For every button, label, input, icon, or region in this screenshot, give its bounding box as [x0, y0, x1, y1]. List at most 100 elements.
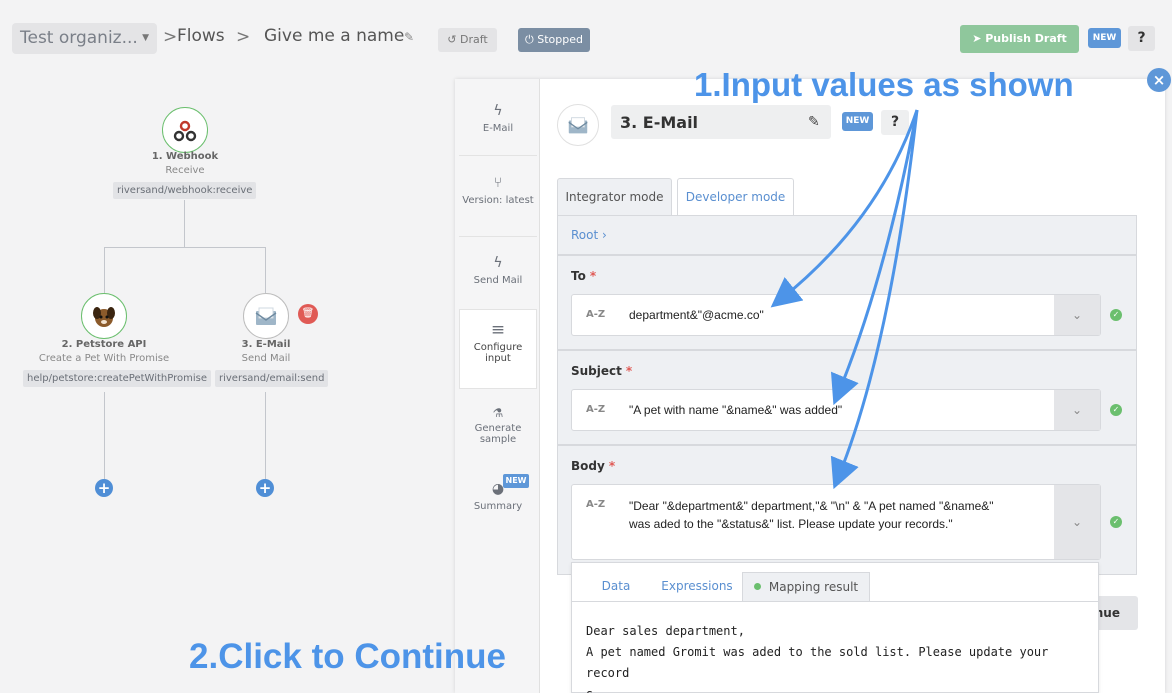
power-icon: ⏻: [525, 33, 538, 46]
tab-data[interactable]: Data: [590, 572, 642, 602]
type-indicator: A-Z: [586, 404, 606, 415]
result-line: Dear sales department,: [586, 624, 745, 638]
new-badge: NEW: [1088, 28, 1121, 48]
close-icon[interactable]: ×: [1147, 68, 1171, 92]
body-input[interactable]: A-Z "Dear "&department&" department,"& "…: [571, 484, 1101, 560]
subject-label: Subject *: [571, 364, 632, 378]
sidebar-item-generate-sample[interactable]: ⚗ Generate sample: [459, 405, 537, 445]
email-node-tag: riversand/email:send: [215, 370, 329, 387]
to-value: department&"@acme.co": [629, 308, 764, 322]
chevron-right-icon: ›: [602, 228, 607, 242]
sidebar-item-email[interactable]: ϟ E-Mail: [459, 103, 537, 134]
publish-draft-button[interactable]: ➤ Publish Draft: [960, 25, 1079, 53]
sidebar-send-mail-label: Send Mail: [473, 275, 523, 286]
result-line: A pet named Gromit was aded to the sold …: [586, 645, 1049, 680]
body-label: Body *: [571, 459, 615, 473]
petstore-node-subtitle: Create a Pet With Promise: [38, 353, 170, 364]
step-sidebar: ϟ E-Mail ⑂ Version: latest ϟ Send Mail ≡ Con…: [455, 79, 540, 693]
type-indicator: A-Z: [586, 499, 606, 510]
add-step-icon[interactable]: +: [95, 479, 113, 497]
connector-line: [184, 200, 185, 248]
add-step-icon[interactable]: +: [256, 479, 274, 497]
webhook-node[interactable]: [162, 107, 208, 153]
annotation-input-values: 1.Input values as shown: [694, 66, 1074, 103]
edit-pencil-icon[interactable]: ✎: [808, 114, 820, 130]
webhook-node-subtitle: Receive: [165, 165, 205, 176]
sidebar-summary-label: Summary: [473, 501, 523, 512]
publish-label: Publish Draft: [985, 32, 1067, 45]
status-dot-icon: [753, 583, 761, 590]
flow-name[interactable]: Give me a name: [264, 26, 404, 46]
sidebar-email-label: E-Mail: [482, 123, 514, 134]
subject-label-text: Subject: [571, 364, 622, 378]
petstore-node[interactable]: [81, 293, 127, 339]
result-line: s.: [586, 684, 1091, 693]
to-label: To *: [571, 269, 596, 283]
email-node[interactable]: [243, 293, 289, 339]
type-indicator: A-Z: [586, 309, 606, 320]
valid-check-icon: ✓: [1110, 309, 1122, 321]
email-node-title: 3. E-Mail: [241, 339, 291, 350]
mapping-result-label: Mapping result: [768, 580, 859, 594]
draft-label: Draft: [459, 33, 488, 46]
required-marker: *: [625, 364, 633, 378]
sidebar-item-send-mail[interactable]: ϟ Send Mail: [459, 255, 537, 286]
tab-mapping-result[interactable]: Mapping result: [742, 572, 870, 602]
subject-input[interactable]: A-Z "A pet with name "&name&" was added"…: [571, 389, 1101, 431]
connector-line: [104, 392, 105, 479]
divider: [459, 155, 537, 156]
sidebar-generate-label: Generate sample: [474, 423, 522, 445]
webhook-node-tag: riversand/webhook:receive: [113, 182, 257, 199]
sidebar-item-version[interactable]: ⑂ Version: latest: [459, 175, 537, 206]
petstore-node-tag: help/petstore:createPetWithPromise: [23, 370, 212, 387]
breadcrumb-separator-icon: >: [163, 27, 178, 47]
chevron-down-icon[interactable]: ⌄: [1054, 485, 1100, 559]
webhook-icon: [173, 120, 197, 141]
dog-icon: [93, 306, 115, 327]
branch-icon: ⑂: [493, 175, 503, 191]
envelope-icon: [255, 307, 277, 325]
history-icon: ↺: [447, 33, 460, 46]
required-marker: *: [589, 269, 597, 283]
connector-line: [104, 247, 105, 293]
help-button[interactable]: ?: [1128, 26, 1155, 51]
send-icon: ➤: [972, 32, 986, 45]
sidebar-version-label: Version: latest: [462, 195, 534, 206]
required-marker: *: [608, 459, 616, 473]
sidebar-item-configure-input[interactable]: ≡ Configure input: [459, 309, 537, 389]
chevron-down-icon[interactable]: ⌄: [1054, 390, 1100, 430]
org-name: Test organiz...: [20, 28, 138, 48]
flask-icon: ⚗: [492, 406, 504, 420]
to-input[interactable]: A-Z department&"@acme.co" ⌄: [571, 294, 1101, 336]
chevron-down-icon[interactable]: ⌄: [1054, 295, 1100, 335]
help-button[interactable]: ?: [881, 110, 909, 135]
petstore-node-title: 2. Petstore API: [61, 339, 147, 350]
list-icon: ≡: [490, 320, 506, 340]
mapping-preview-popup: Data Expressions Mapping result Dear sal…: [571, 562, 1099, 693]
connector-line: [265, 392, 266, 479]
valid-check-icon: ✓: [1110, 404, 1122, 416]
stopped-badge[interactable]: ⏻ Stopped: [518, 28, 590, 52]
divider: [459, 236, 537, 237]
edit-pencil-icon[interactable]: ✎: [404, 30, 414, 44]
new-badge: NEW: [842, 112, 873, 131]
lightning-icon: ϟ: [493, 103, 503, 119]
tab-integrator-mode[interactable]: Integrator mode: [557, 178, 672, 215]
connector-line: [104, 247, 266, 248]
tab-expressions[interactable]: Expressions: [654, 572, 740, 602]
webhook-node-title: 1. Webhook: [151, 151, 219, 162]
email-node-subtitle: Send Mail: [241, 353, 291, 364]
delete-icon[interactable]: 🗑: [298, 304, 318, 324]
step-title: 3. E-Mail: [620, 113, 699, 132]
breadcrumb-flows[interactable]: Flows: [177, 26, 225, 46]
step-icon: [557, 104, 599, 146]
root-label: Root: [571, 228, 599, 242]
chevron-down-icon: ▼: [142, 33, 149, 43]
breadcrumb-root[interactable]: Root ›: [557, 215, 1137, 255]
draft-badge[interactable]: ↺ Draft: [438, 28, 497, 52]
annotation-click-continue: 2.Click to Continue: [189, 637, 506, 676]
body-value: "Dear "&department&" department,"& "\n" …: [629, 499, 994, 531]
organization-selector[interactable]: Test organiz... ▼: [12, 23, 157, 54]
tab-developer-mode[interactable]: Developer mode: [677, 178, 794, 215]
lightning-icon: ϟ: [493, 255, 503, 271]
